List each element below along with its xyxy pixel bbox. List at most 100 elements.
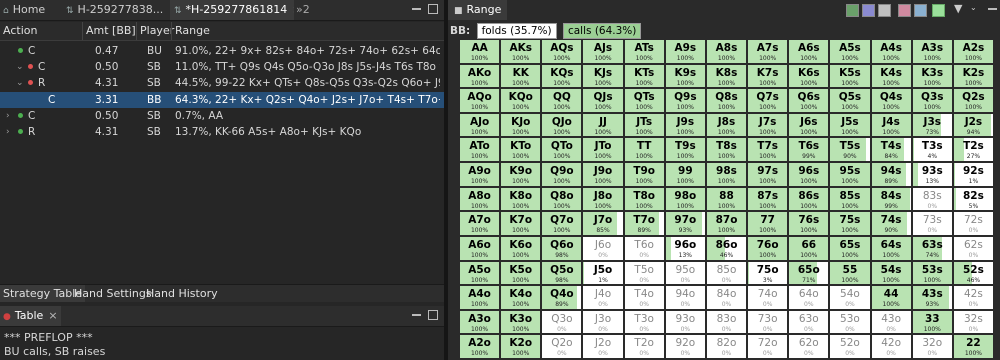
- range-cell[interactable]: 82o 0%: [706, 335, 747, 358]
- range-cell[interactable]: T2o 0%: [624, 335, 664, 358]
- tab-overflow[interactable]: »2: [296, 0, 314, 20]
- range-cell[interactable]: 62o 0%: [789, 335, 829, 358]
- range-cell[interactable]: KJo 100%: [501, 113, 541, 137]
- minimize-icon[interactable]: [412, 4, 421, 10]
- range-cell[interactable]: T3s 4%: [912, 138, 952, 162]
- range-cell[interactable]: 65s 100%: [830, 236, 870, 260]
- range-cell[interactable]: AKs 100%: [501, 40, 541, 63]
- table-row[interactable]: C 0.47 BU 91.0%, 22+ 9x+ 82s+ 84o+ 72s+ 74o…: [0, 43, 444, 59]
- range-cell[interactable]: T6o 0%: [624, 236, 664, 260]
- chevron-icon[interactable]: ›: [6, 124, 10, 140]
- table-row[interactable]: ⌄ R 4.31 SB 44.5%, 99-22 Kx+ QTs+ Q8s-Q5s Q3…: [0, 75, 444, 91]
- column-player[interactable]: Player: [140, 22, 174, 40]
- range-cell[interactable]: K2s 100%: [953, 64, 993, 88]
- range-cell[interactable]: J3s 73%: [912, 113, 952, 137]
- range-cell[interactable]: Q4s 100%: [871, 89, 911, 112]
- range-cell[interactable]: 98o 100%: [665, 187, 705, 211]
- range-cell[interactable]: A8o 100%: [460, 187, 500, 211]
- range-cell[interactable]: ATs 100%: [624, 40, 664, 63]
- color-tool-icon[interactable]: [914, 4, 927, 17]
- minimize-icon[interactable]: [988, 4, 997, 10]
- range-cell[interactable]: 65o 71%: [789, 261, 829, 285]
- range-cell[interactable]: AQo 100%: [460, 89, 500, 112]
- range-cell[interactable]: 43s 93%: [912, 286, 952, 309]
- range-cell[interactable]: QQ 100%: [542, 89, 582, 112]
- range-cell[interactable]: K2o 100%: [501, 335, 541, 358]
- color-tool-icon[interactable]: [878, 4, 891, 17]
- table-row[interactable]: › R 4.31 SB 13.7%, KK-66 A5s+ A8o+ KJs+ KQo: [0, 124, 444, 140]
- range-cell[interactable]: K6s 100%: [789, 64, 829, 88]
- range-cell[interactable]: A9o 100%: [460, 163, 500, 186]
- range-cell[interactable]: 97o 93%: [665, 212, 705, 235]
- range-cell[interactable]: Q3o 0%: [542, 310, 582, 334]
- range-cell[interactable]: J2o 0%: [583, 335, 623, 358]
- range-cell[interactable]: A6s 100%: [789, 40, 829, 63]
- range-cell[interactable]: 63s 74%: [912, 236, 952, 260]
- tab-home[interactable]: ⌂ Home: [0, 0, 63, 20]
- range-cell[interactable]: K4o 100%: [501, 286, 541, 309]
- range-cell[interactable]: T5o 0%: [624, 261, 664, 285]
- range-cell[interactable]: TT 100%: [624, 138, 664, 162]
- table-row[interactable]: › C 0.50 SB 0.7%, AA: [0, 108, 444, 124]
- range-cell[interactable]: 92o 0%: [665, 335, 705, 358]
- range-cell[interactable]: 63o 0%: [789, 310, 829, 334]
- column-amount[interactable]: Amt [BB]: [86, 22, 136, 40]
- range-cell[interactable]: J5o 1%: [583, 261, 623, 285]
- range-cell[interactable]: 86s 100%: [789, 187, 829, 211]
- range-cell[interactable]: 95o 0%: [665, 261, 705, 285]
- range-cell[interactable]: J7o 85%: [583, 212, 623, 235]
- range-cell[interactable]: T7s 100%: [748, 138, 788, 162]
- range-cell[interactable]: 72s 0%: [953, 212, 993, 235]
- range-cell[interactable]: J6o 0%: [583, 236, 623, 260]
- table-row[interactable]: C 3.31 BB 64.3%, 22+ Kx+ Q2s+ Q4o+ J2s+ J7o…: [0, 92, 444, 108]
- range-cell[interactable]: A2s 100%: [953, 40, 993, 63]
- range-cell[interactable]: KTs 100%: [624, 64, 664, 88]
- range-cell[interactable]: 86o 46%: [706, 236, 747, 260]
- range-cell[interactable]: Q5s 100%: [830, 89, 870, 112]
- range-cell[interactable]: 73o 0%: [748, 310, 788, 334]
- range-cell[interactable]: 52s 46%: [953, 261, 993, 285]
- range-cell[interactable]: Q9s 100%: [665, 89, 705, 112]
- range-cell[interactable]: J2s 94%: [953, 113, 993, 137]
- range-cell[interactable]: 76o 100%: [748, 236, 788, 260]
- range-cell[interactable]: 84s 99%: [871, 187, 911, 211]
- folds-badge[interactable]: folds (35.7%): [476, 23, 557, 39]
- range-cell[interactable]: QTo 100%: [542, 138, 582, 162]
- range-cell[interactable]: JTo 100%: [583, 138, 623, 162]
- range-cell[interactable]: QJo 100%: [542, 113, 582, 137]
- range-cell[interactable]: T4o 0%: [624, 286, 664, 309]
- range-cell[interactable]: Q7s 100%: [748, 89, 788, 112]
- range-cell[interactable]: 75o 3%: [748, 261, 788, 285]
- range-cell[interactable]: A3s 100%: [912, 40, 952, 63]
- range-cell[interactable]: K7s 100%: [748, 64, 788, 88]
- calls-badge[interactable]: calls (64.3%): [562, 23, 642, 39]
- range-cell[interactable]: K3s 100%: [912, 64, 952, 88]
- range-cell[interactable]: AA 100%: [460, 40, 500, 63]
- range-cell[interactable]: Q6o 98%: [542, 236, 582, 260]
- range-cell[interactable]: J8o 100%: [583, 187, 623, 211]
- filter-icon[interactable]: ▼: [954, 2, 962, 15]
- range-cell[interactable]: 33 100%: [912, 310, 952, 334]
- column-action[interactable]: Action: [3, 22, 37, 40]
- range-cell[interactable]: J7s 100%: [748, 113, 788, 137]
- close-icon[interactable]: ×: [48, 309, 57, 322]
- range-cell[interactable]: KK 100%: [501, 64, 541, 88]
- range-cell[interactable]: Q2s 100%: [953, 89, 993, 112]
- range-cell[interactable]: 42o 0%: [871, 335, 911, 358]
- range-cell[interactable]: 83s 0%: [912, 187, 952, 211]
- range-cell[interactable]: A5o 100%: [460, 261, 500, 285]
- range-cell[interactable]: J9s 100%: [665, 113, 705, 137]
- chevron-icon[interactable]: ⌄: [16, 59, 24, 75]
- range-cell[interactable]: 93s 13%: [912, 163, 952, 186]
- range-cell[interactable]: A4s 100%: [871, 40, 911, 63]
- range-cell[interactable]: KQo 100%: [501, 89, 541, 112]
- chevron-icon[interactable]: ›: [6, 108, 10, 124]
- range-cell[interactable]: 32s 0%: [953, 310, 993, 334]
- range-cell[interactable]: J4s 100%: [871, 113, 911, 137]
- range-cell[interactable]: 92s 1%: [953, 163, 993, 186]
- range-cell[interactable]: 85s 100%: [830, 187, 870, 211]
- range-cell[interactable]: A6o 100%: [460, 236, 500, 260]
- chevron-icon[interactable]: ⌄: [16, 75, 24, 91]
- range-cell[interactable]: Q7o 100%: [542, 212, 582, 235]
- range-cell[interactable]: J4o 0%: [583, 286, 623, 309]
